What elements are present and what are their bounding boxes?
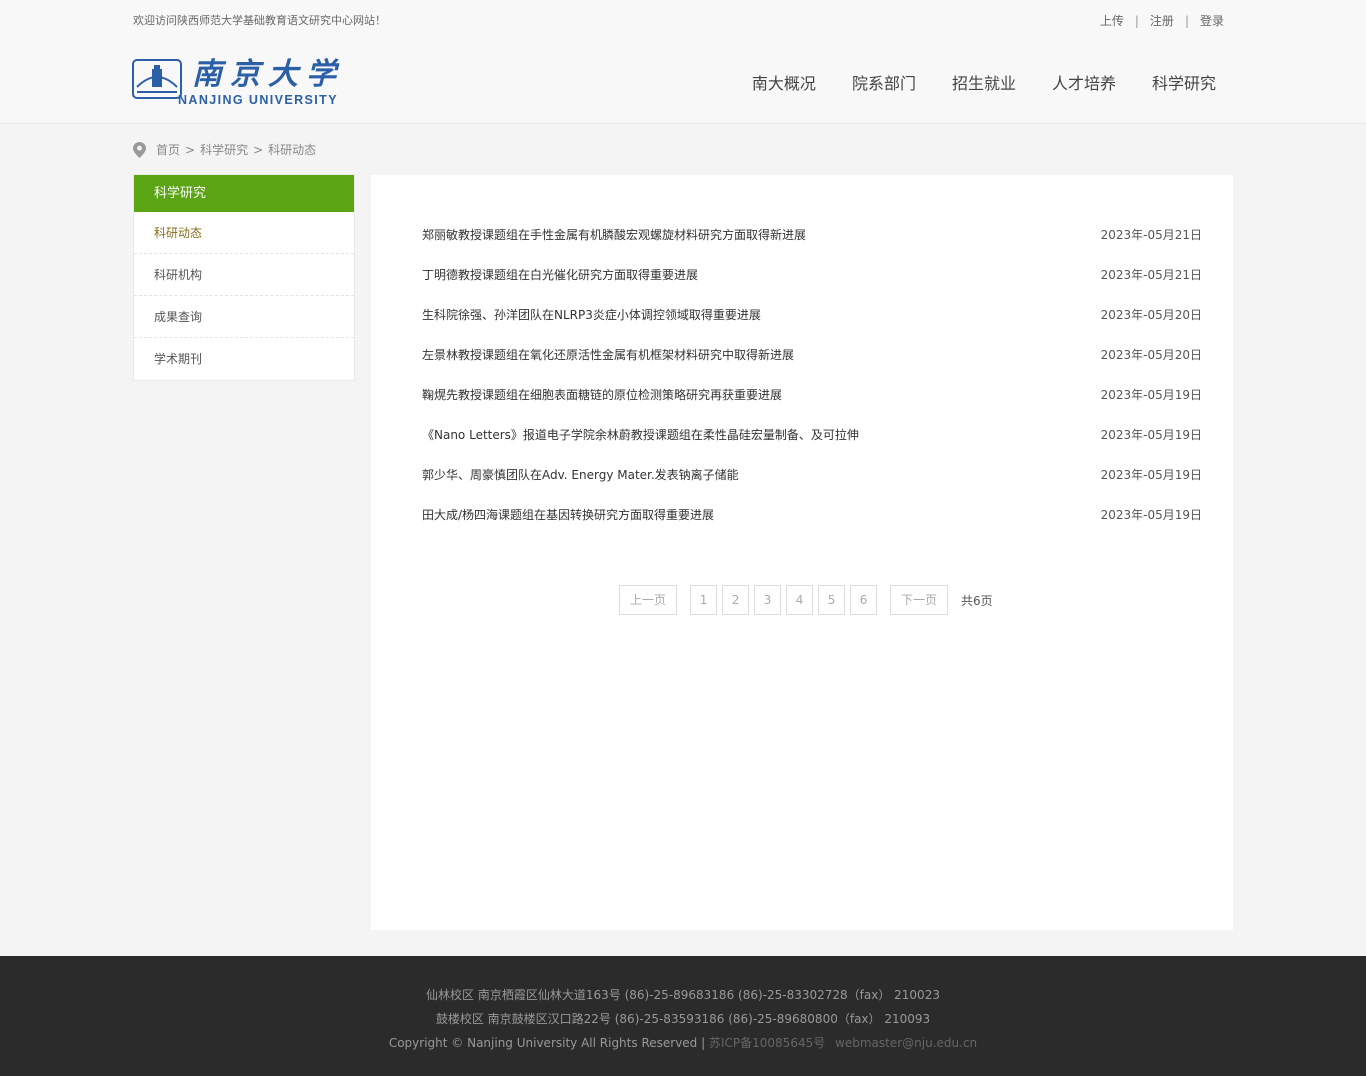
list-item[interactable]: 《Nano Letters》报道电子学院余林蔚教授课题组在柔性晶硅宏量制备、及可… xyxy=(422,425,1202,465)
news-title[interactable]: 生科院徐强、孙洋团队在NLRP3炎症小体调控领域取得重要进展 xyxy=(422,305,761,345)
news-date: 2023年-05月19日 xyxy=(1100,468,1202,482)
footer-copyright-line: Copyright © Nanjing University All Right… xyxy=(0,1034,1366,1051)
news-title[interactable]: 田大成/杨四海课题组在基因转换研究方面取得重要进展 xyxy=(422,505,714,545)
page-total: 共6页 xyxy=(961,593,993,608)
list-item[interactable]: 田大成/杨四海课题组在基因转换研究方面取得重要进展 2023年-05月19日 xyxy=(422,505,1202,545)
sidebar-title: 科学研究 xyxy=(134,175,354,212)
news-date: 2023年-05月19日 xyxy=(1100,428,1202,442)
content-panel: 郑丽敏教授课题组在手性金属有机膦酸宏观螺旋材料研究方面取得新进展 2023年-0… xyxy=(371,175,1233,930)
footer-xianlin-address: 仙林校区 南京栖霞区仙林大道163号 (86)-25-89683186 (86)… xyxy=(426,988,940,1002)
news-date: 2023年-05月19日 xyxy=(1100,508,1202,522)
news-title[interactable]: 《Nano Letters》报道电子学院余林蔚教授课题组在柔性晶硅宏量制备、及可… xyxy=(422,425,859,465)
list-item[interactable]: 生科院徐强、孙洋团队在NLRP3炎症小体调控领域取得重要进展 2023年-05月… xyxy=(422,305,1202,345)
nav-about[interactable]: 南大概况 xyxy=(752,70,816,94)
logo-chinese-name: 南京大学 xyxy=(192,57,344,92)
welcome-text: 欢迎访问陕西师范大学基础教育语文研究中心网站！ xyxy=(133,14,386,27)
sidebar-item-results-query[interactable]: 成果查询 xyxy=(134,296,354,338)
news-title[interactable]: 郑丽敏教授课题组在手性金属有机膦酸宏观螺旋材料研究方面取得新进展 xyxy=(422,225,806,265)
login-link[interactable]: 登录 xyxy=(1200,12,1224,29)
sidebar-item-journals[interactable]: 学术期刊 xyxy=(134,338,354,380)
page-button-4[interactable]: 4 xyxy=(786,585,814,615)
site-header: 欢迎访问陕西师范大学基础教育语文研究中心网站！ 上传 | 注册 | 登录 南京大… xyxy=(0,0,1366,124)
list-item[interactable]: 左景林教授课题组在氧化还原活性金属有机框架材料研究中取得新进展 2023年-05… xyxy=(422,345,1202,385)
list-item[interactable]: 郭少华、周豪慎团队在Adv. Energy Mater.发表钠离子储能 2023… xyxy=(422,465,1202,505)
sidebar: 科学研究 科研动态 科研机构 成果查询 学术期刊 xyxy=(133,174,355,381)
separator: | xyxy=(1184,13,1189,28)
university-logo[interactable]: 南京大学 NANJING UNIVERSITY xyxy=(132,57,392,107)
list-item[interactable]: 郑丽敏教授课题组在手性金属有机膦酸宏观螺旋材料研究方面取得新进展 2023年-0… xyxy=(422,225,1202,265)
news-title[interactable]: 丁明德教授课题组在白光催化研究方面取得重要进展 xyxy=(422,265,698,305)
nav-education[interactable]: 人才培养 xyxy=(1052,70,1116,94)
sidebar-item-research-institutes[interactable]: 科研机构 xyxy=(134,254,354,296)
logo-english-name: NANJING UNIVERSITY xyxy=(178,93,338,107)
news-date: 2023年-05月20日 xyxy=(1100,308,1202,322)
breadcrumb-home[interactable]: 首页 xyxy=(156,141,180,158)
location-pin-icon xyxy=(133,141,146,158)
footer-copyright: Copyright © Nanjing University All Right… xyxy=(388,1036,706,1050)
sidebar-item-research-news[interactable]: 科研动态 xyxy=(134,212,354,254)
page-button-5[interactable]: 5 xyxy=(818,585,846,615)
list-item[interactable]: 鞠熀先教授课题组在细胞表面糖链的原位检测策略研究再获重要进展 2023年-05月… xyxy=(422,385,1202,425)
nav-departments[interactable]: 院系部门 xyxy=(852,70,916,94)
separator: | xyxy=(1134,13,1139,28)
footer-email-link[interactable]: webmaster@nju.edu.cn xyxy=(835,1036,977,1050)
news-date: 2023年-05月21日 xyxy=(1100,228,1202,242)
news-date: 2023年-05月20日 xyxy=(1100,348,1202,362)
nav-admissions[interactable]: 招生就业 xyxy=(952,70,1016,94)
breadcrumb-separator: > xyxy=(185,142,196,157)
upload-link[interactable]: 上传 xyxy=(1100,12,1124,29)
prev-page-button[interactable]: 上一页 xyxy=(619,585,678,615)
page-button-1[interactable]: 1 xyxy=(690,585,718,615)
list-item[interactable]: 丁明德教授课题组在白光催化研究方面取得重要进展 2023年-05月21日 xyxy=(422,265,1202,305)
account-links: 上传 | 注册 | 登录 xyxy=(1100,12,1224,29)
breadcrumb-separator: > xyxy=(253,142,264,157)
page-button-3[interactable]: 3 xyxy=(754,585,782,615)
news-title[interactable]: 左景林教授课题组在氧化还原活性金属有机框架材料研究中取得新进展 xyxy=(422,345,794,385)
breadcrumb: 首页 > 科学研究 > 科研动态 xyxy=(133,141,316,158)
news-title[interactable]: 郭少华、周豪慎团队在Adv. Energy Mater.发表钠离子储能 xyxy=(422,465,739,505)
site-footer: 仙林校区 南京栖霞区仙林大道163号 (86)-25-89683186 (86)… xyxy=(0,956,1366,1076)
footer-gulou-address: 鼓楼校区 南京鼓楼区汉口路22号 (86)-25-83593186 (86)-2… xyxy=(435,1012,931,1026)
footer-icp-link[interactable]: 苏ICP备10085645号 xyxy=(709,1036,825,1050)
news-title[interactable]: 鞠熀先教授课题组在细胞表面糖链的原位检测策略研究再获重要进展 xyxy=(422,385,782,425)
page-button-6[interactable]: 6 xyxy=(850,585,878,615)
university-emblem-icon xyxy=(132,59,182,99)
news-date: 2023年-05月19日 xyxy=(1100,388,1202,402)
nav-research[interactable]: 科学研究 xyxy=(1152,70,1216,94)
register-link[interactable]: 注册 xyxy=(1150,12,1174,29)
page-button-2[interactable]: 2 xyxy=(722,585,750,615)
main-navigation: 南大概况 院系部门 招生就业 人才培养 科学研究 xyxy=(752,70,1216,94)
news-date: 2023年-05月21日 xyxy=(1100,268,1202,282)
pagination: 上一页 1 2 3 4 5 6 下一页 共6页 xyxy=(619,585,993,615)
breadcrumb-current[interactable]: 科研动态 xyxy=(268,141,316,158)
breadcrumb-research[interactable]: 科学研究 xyxy=(200,141,248,158)
news-list: 郑丽敏教授课题组在手性金属有机膦酸宏观螺旋材料研究方面取得新进展 2023年-0… xyxy=(422,225,1202,545)
next-page-button[interactable]: 下一页 xyxy=(890,585,949,615)
